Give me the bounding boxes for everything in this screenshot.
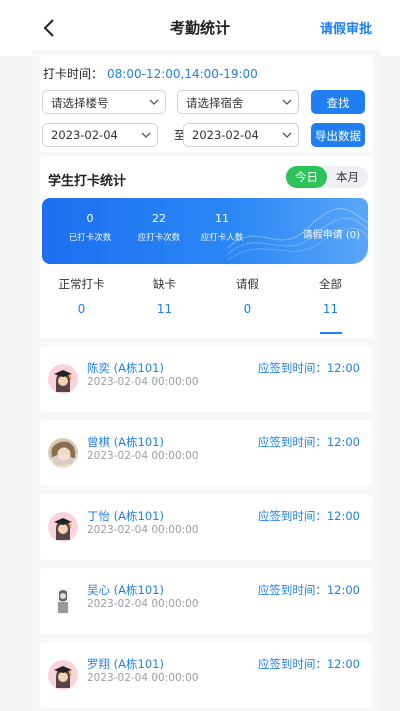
- record-datetime: 2023-02-04 00:00:00: [87, 376, 199, 388]
- tab-count: 11: [156, 302, 173, 316]
- leave-request-link[interactable]: 请假申请 (0): [303, 226, 360, 241]
- checkin-time-label: 打卡时间：: [43, 67, 104, 81]
- search-button[interactable]: 查找: [311, 90, 365, 114]
- record-datetime: 2023-02-04 00:00:00: [87, 598, 199, 610]
- building-select[interactable]: 请选择楼号: [42, 90, 166, 114]
- tab-count: 0: [77, 302, 86, 316]
- record-datetime: 2023-02-04 00:00:00: [87, 672, 199, 684]
- student-name: 吴心 (A栋101): [87, 583, 164, 597]
- stat-expected-checkins: 22 应打卡次数: [129, 212, 189, 243]
- tab-all[interactable]: 全部 11: [289, 276, 372, 334]
- period-toggle: 今日 本月: [286, 166, 368, 188]
- tab-label: 全部: [319, 277, 342, 291]
- active-tab-indicator: [320, 332, 342, 334]
- dorm-select-value: 请选择宿舍: [186, 96, 244, 110]
- expected-checkin-time: 应签到时间：12:00: [257, 509, 360, 523]
- attendance-record[interactable]: 丁怡 (A栋101) 2023-02-04 00:00:00 应签到时间：12:…: [40, 494, 372, 560]
- attendance-record[interactable]: 罗翔 (A栋101) 2023-02-04 00:00:00 应签到时间：12:…: [40, 642, 372, 708]
- graduate-avatar-icon: [48, 364, 78, 394]
- graduate-avatar-icon: [48, 512, 78, 542]
- tab-count: 0: [243, 302, 252, 316]
- stat-checked-in: 0 已打卡次数: [60, 212, 120, 243]
- stat-label: 应打卡人数: [200, 233, 244, 243]
- summary-banner: 0 已打卡次数 22 应打卡次数 11 应打卡人数 请假申请 (0): [42, 198, 368, 264]
- expected-checkin-time: 应签到时间：12:00: [257, 583, 360, 597]
- tab-label: 缺卡: [153, 277, 176, 291]
- tab-label: 正常打卡: [58, 277, 105, 291]
- photo-avatar-icon: [48, 438, 78, 468]
- chevron-down-icon: [141, 132, 151, 138]
- dorm-select[interactable]: 请选择宿舍: [177, 90, 299, 114]
- filter-panel: 打卡时间： 08:00-12:00,14:00-19:00 请选择楼号 请选择宿舍…: [40, 56, 374, 152]
- stat-expected-people: 11 应打卡人数: [192, 212, 252, 243]
- expected-checkin-time: 应签到时间：12:00: [257, 657, 360, 671]
- student-name: 曾棋 (A栋101): [87, 435, 164, 449]
- tab-label: 请假: [236, 277, 259, 291]
- expected-checkin-time: 应签到时间：12:00: [257, 361, 360, 375]
- stat-value: 0: [86, 212, 94, 225]
- export-button[interactable]: 导出数据: [311, 123, 365, 147]
- leave-approval-link[interactable]: 请假审批: [320, 18, 372, 37]
- stat-label: 已打卡次数: [68, 233, 112, 243]
- main-content: 打卡时间： 08:00-12:00,14:00-19:00 请选择楼号 请选择宿舍…: [32, 50, 380, 711]
- toggle-today[interactable]: 今日: [286, 166, 327, 188]
- attendance-record[interactable]: 曾棋 (A栋101) 2023-02-04 00:00:00 应签到时间：12:…: [40, 420, 372, 486]
- stats-card: 学生打卡统计 今日 本月 0 已打卡次数 22 应打卡次数 11 应打卡人数 请…: [40, 156, 374, 338]
- student-name: 陈奕 (A栋101): [87, 361, 164, 375]
- graduate-avatar-icon: [48, 660, 78, 690]
- attendance-record[interactable]: 陈奕 (A栋101) 2023-02-04 00:00:00 应签到时间：12:…: [40, 346, 372, 412]
- checkin-time-row: 打卡时间： 08:00-12:00,14:00-19:00: [43, 65, 258, 82]
- tab-count: 11: [322, 302, 339, 316]
- attendance-record[interactable]: 吴心 (A栋101) 2023-02-04 00:00:00 应签到时间：12:…: [40, 568, 372, 634]
- nav-bar: 考勤统计 请假审批: [0, 0, 400, 56]
- status-tabs: 正常打卡 0 缺卡 11 请假 0 全部 11: [40, 276, 374, 336]
- stat-label: 应打卡次数: [137, 233, 181, 243]
- chevron-down-icon: [149, 99, 159, 105]
- start-date-select[interactable]: 2023-02-04: [42, 123, 158, 147]
- sketch-avatar-icon: [57, 588, 69, 614]
- end-date-select[interactable]: 2023-02-04: [183, 123, 299, 147]
- record-datetime: 2023-02-04 00:00:00: [87, 450, 199, 462]
- end-date-value: 2023-02-04: [192, 128, 259, 142]
- tab-leave[interactable]: 请假 0: [206, 276, 289, 316]
- stat-value: 22: [152, 212, 166, 225]
- tab-missing[interactable]: 缺卡 11: [123, 276, 206, 316]
- student-name: 丁怡 (A栋101): [87, 509, 164, 523]
- chevron-down-icon: [282, 132, 292, 138]
- stat-value: 11: [215, 212, 229, 225]
- student-name: 罗翔 (A栋101): [87, 657, 164, 671]
- expected-checkin-time: 应签到时间：12:00: [257, 435, 360, 449]
- checkin-time-value: 08:00-12:00,14:00-19:00: [107, 67, 258, 81]
- toggle-month[interactable]: 本月: [327, 166, 368, 188]
- stats-title: 学生打卡统计: [48, 174, 127, 189]
- tab-normal[interactable]: 正常打卡 0: [40, 276, 123, 316]
- building-select-value: 请选择楼号: [51, 96, 109, 110]
- chevron-down-icon: [282, 99, 292, 105]
- start-date-value: 2023-02-04: [51, 128, 118, 142]
- record-datetime: 2023-02-04 00:00:00: [87, 524, 199, 536]
